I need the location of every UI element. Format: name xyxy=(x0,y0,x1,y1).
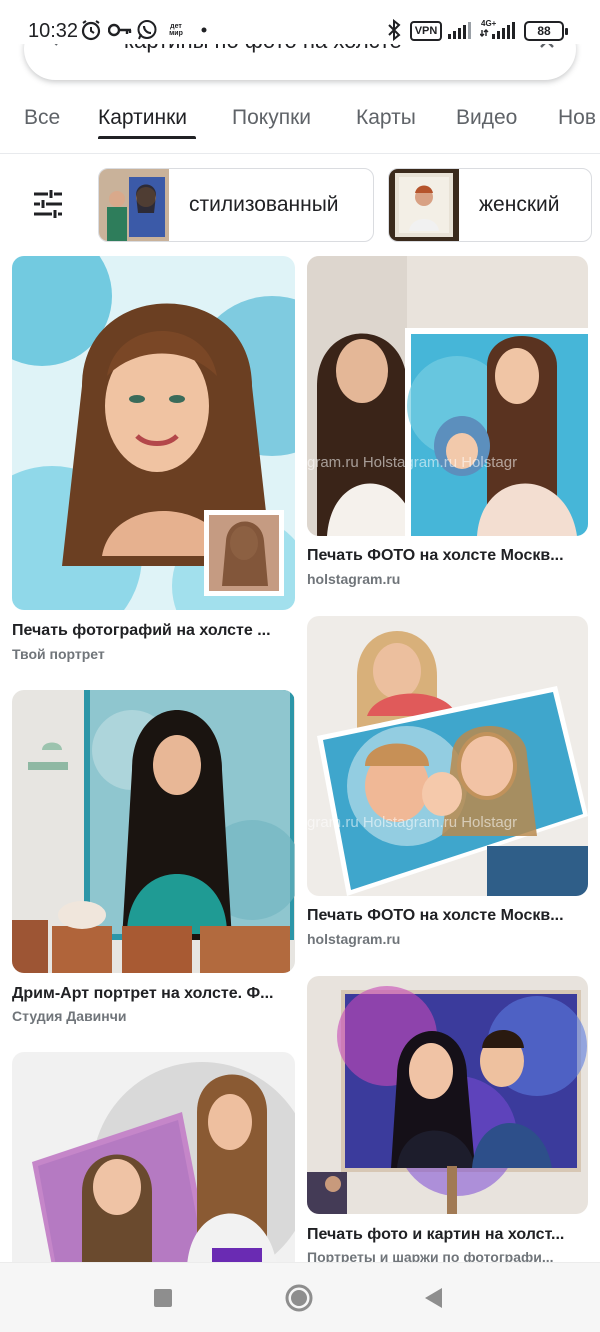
bluetooth-icon xyxy=(386,18,402,42)
signal-4g-icon xyxy=(480,18,518,42)
result-source: Твой портрет xyxy=(12,646,105,662)
photo-image xyxy=(307,616,588,896)
chip-thumbnail xyxy=(99,169,169,241)
chip-stylized[interactable]: стилизованный xyxy=(98,168,374,242)
watermark-text: gram.ru Holstagram.ru Holstagr xyxy=(307,454,518,471)
recents-button[interactable] xyxy=(146,1281,180,1315)
result-source: Студия Давинчи xyxy=(12,1008,127,1024)
signal-icon xyxy=(448,18,474,42)
result-title[interactable]: Дрим-Арт портрет на холсте. Ф... xyxy=(12,985,300,1003)
battery-icon: 88 xyxy=(524,21,568,41)
back-button[interactable] xyxy=(416,1281,450,1315)
tab-video[interactable]: Видео xyxy=(456,106,517,130)
photo-image xyxy=(307,256,588,536)
status-time: 10:32 xyxy=(28,20,79,42)
tab-all[interactable]: Все xyxy=(24,106,60,130)
square-icon xyxy=(154,1289,172,1307)
system-nav-bar xyxy=(0,1262,600,1332)
tab-images[interactable]: Картинки xyxy=(98,106,187,130)
dot-icon xyxy=(200,18,208,42)
tab-maps[interactable]: Карты xyxy=(356,106,416,130)
result-title[interactable]: Печать ФОТО на холсте Москв... xyxy=(307,547,595,565)
result-source: holstagram.ru xyxy=(307,571,401,587)
key-icon xyxy=(108,18,132,42)
chip-thumbnail xyxy=(389,169,459,241)
active-tab-indicator xyxy=(98,136,196,139)
chip-female[interactable]: женский xyxy=(388,168,592,242)
result-image[interactable] xyxy=(12,1052,295,1266)
result-title[interactable]: Печать фотографий на холсте ... xyxy=(12,622,300,640)
detmir-icon: дет мир xyxy=(169,23,183,37)
home-button[interactable] xyxy=(282,1281,316,1315)
whatsapp-icon xyxy=(136,18,158,42)
result-image[interactable]: gram.ru Holstagram.ru Holstagr xyxy=(307,616,588,896)
result-title[interactable]: Печать ФОТО на холсте Москв... xyxy=(307,907,595,925)
triangle-back-icon xyxy=(425,1288,442,1308)
chip-label: женский xyxy=(479,193,560,216)
portrait-image xyxy=(307,976,588,1214)
filter-icon[interactable] xyxy=(30,186,66,222)
result-image[interactable] xyxy=(12,256,295,610)
result-source: holstagram.ru xyxy=(307,931,401,947)
watermark-text: gram.ru Holstagram.ru Holstagr xyxy=(307,814,518,831)
result-image[interactable]: gram.ru Holstagram.ru Holstagr xyxy=(307,256,588,536)
tab-shopping[interactable]: Покупки xyxy=(232,106,311,130)
result-image[interactable] xyxy=(307,976,588,1214)
status-bar: 10:32 дет мир VPN 4G+ 88 xyxy=(0,0,600,44)
chip-label: стилизованный xyxy=(189,193,339,216)
portrait-image xyxy=(12,690,295,973)
tab-news[interactable]: Нов xyxy=(558,106,596,130)
result-source: Портреты и шаржи по фотографи... xyxy=(307,1249,554,1262)
result-image[interactable] xyxy=(12,690,295,973)
circle-icon xyxy=(285,1284,313,1312)
search-tabs: Все Картинки Покупки Карты Видео Нов xyxy=(0,96,600,154)
result-title[interactable]: Печать фото и картин на холст... xyxy=(307,1226,595,1244)
portrait-image xyxy=(12,1052,295,1266)
alarm-icon xyxy=(80,18,102,42)
portrait-image xyxy=(12,256,295,610)
vpn-icon: VPN xyxy=(410,21,442,41)
